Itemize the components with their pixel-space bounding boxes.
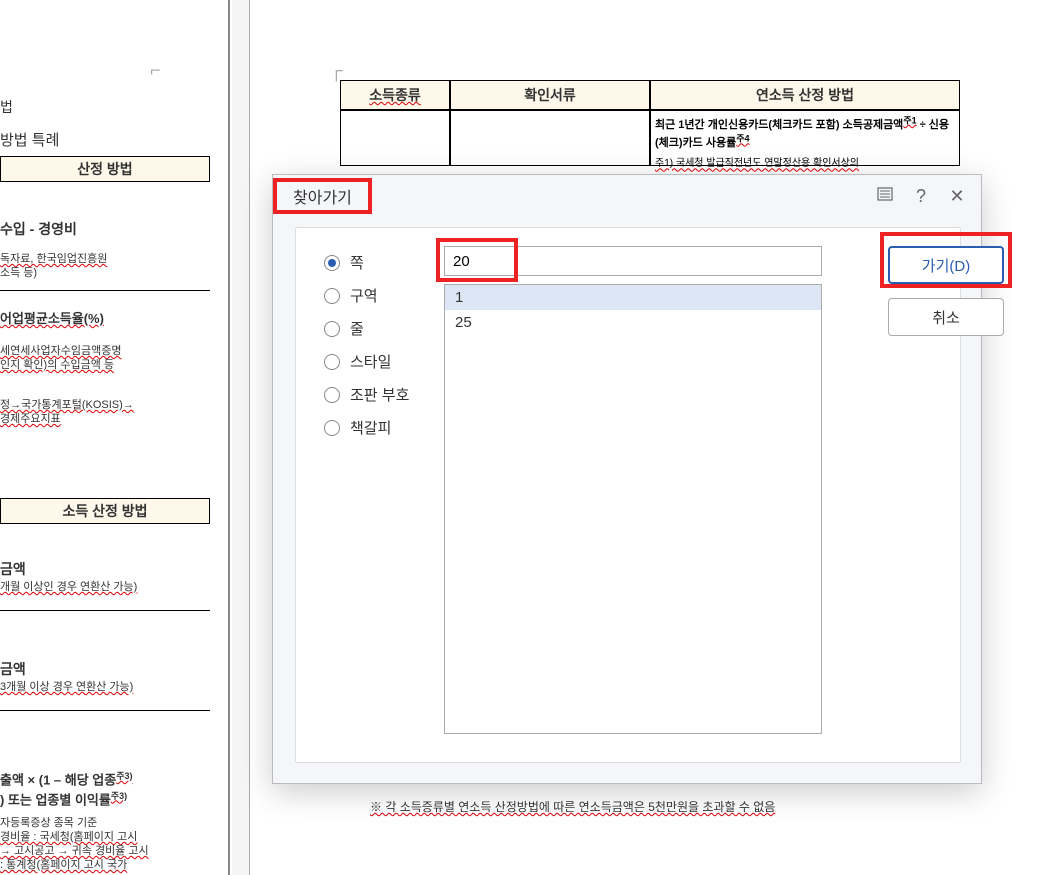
dialog-title-highlight: 찾아가기: [273, 178, 372, 214]
radio-bookmark[interactable]: 책갈피: [324, 417, 409, 438]
radio-line[interactable]: 줄: [324, 318, 409, 339]
radio-indicator: [324, 255, 340, 271]
radio-indicator: [324, 387, 340, 403]
text-fragment: 소득 등): [0, 266, 37, 281]
col-header: 소득종류: [340, 80, 450, 110]
radio-indicator: [324, 354, 340, 370]
radio-label: 책갈피: [350, 417, 391, 438]
text-fragment: 방법 특례: [0, 130, 59, 151]
help-icon[interactable]: ?: [911, 186, 931, 207]
left-page: ⌐ 법 방법 특례 산정 방법 수입 - 경영비 독자료, 한국임업진흥원 소득…: [0, 0, 230, 875]
text-fragment: 출액 × (1 – 해당 업종주3) ) 또는 업종별 이익률주3): [0, 770, 133, 809]
radio-label: 쪽: [350, 252, 364, 273]
text-fragment: 수입 - 경영비: [0, 220, 77, 240]
radio-section[interactable]: 구역: [324, 285, 409, 306]
page-corner-mark: ┌: [330, 60, 343, 81]
radio-indicator: [324, 321, 340, 337]
dialog-titlebar[interactable]: 찾아가기 ? ✕: [273, 175, 981, 217]
table-cell: [450, 110, 650, 166]
cancel-button[interactable]: 취소: [888, 298, 1004, 336]
radio-indicator: [324, 288, 340, 304]
footer-note: ※ 각 소득증류별 연소득 산정방법에 따른 연소득금액은 5천만원을 초과할 …: [370, 798, 775, 815]
dialog-body: 쪽 구역 줄 스타일 조판 부호 책갈피: [295, 227, 961, 763]
text-fragment: 금액: [0, 660, 26, 680]
text-fragment: : 통계청(홈페이지 고시 국가: [0, 858, 127, 873]
table-cell: [340, 110, 450, 166]
radio-label: 스타일: [350, 351, 391, 372]
radio-label: 줄: [350, 318, 364, 339]
income-table: 소득종류 확인서류 연소득 산정 방법 최근 1년간 개인신용카드(체크카드 포…: [340, 80, 960, 166]
dialog-title: 찾아가기: [283, 184, 362, 213]
table-row: 최근 1년간 개인신용카드(체크카드 포함) 소득공제금액주1 ÷ 신용(체크)…: [340, 110, 960, 166]
cancel-button-label: 취소: [932, 307, 960, 328]
menu-icon[interactable]: [875, 185, 895, 208]
radio-page[interactable]: 쪽: [324, 252, 409, 273]
list-item[interactable]: 1: [445, 285, 821, 310]
radio-style[interactable]: 스타일: [324, 351, 409, 372]
goto-dialog: 찾아가기 ? ✕ 쪽 구역 줄 스타일: [272, 174, 982, 784]
radio-label: 조판 부호: [350, 384, 409, 405]
dialog-controls: ? ✕: [875, 185, 967, 208]
col-header: 연소득 산정 방법: [650, 80, 960, 110]
list-item[interactable]: 25: [445, 310, 821, 335]
dialog-button-column: 가기(D) 취소: [888, 246, 1004, 336]
table-header-row: 소득종류 확인서류 연소득 산정 방법: [340, 80, 960, 110]
text-fragment: 3개월 이상 경우 연환산 가능): [0, 680, 133, 695]
close-icon[interactable]: ✕: [947, 186, 967, 207]
radio-label: 구역: [350, 285, 378, 306]
text-fragment: 어업평균소득율(%): [0, 310, 104, 328]
text-fragment: 개월 이상인 경우 연환산 가능): [0, 580, 137, 595]
text-fragment: 인지 확인)의 수입금액 등: [0, 358, 114, 373]
go-button[interactable]: 가기(D): [888, 246, 1004, 284]
text-fragment: 금액: [0, 560, 26, 580]
text-fragment: 법: [0, 98, 13, 118]
page-corner-mark: ⌐: [150, 60, 161, 81]
divider: [0, 290, 210, 291]
divider: [0, 610, 210, 611]
divider: [0, 710, 210, 711]
go-button-label: 가기(D): [922, 255, 970, 276]
text-fragment: 경제주요지표: [0, 412, 61, 427]
table-header: 소득 산정 방법: [0, 498, 210, 524]
goto-radio-group: 쪽 구역 줄 스타일 조판 부호 책갈피: [324, 252, 409, 438]
page-gap: [232, 0, 250, 875]
table-cell: 최근 1년간 개인신용카드(체크카드 포함) 소득공제금액주1 ÷ 신용(체크)…: [650, 110, 960, 166]
goto-input[interactable]: [444, 246, 822, 276]
radio-formatting-mark[interactable]: 조판 부호: [324, 384, 409, 405]
col-header: 확인서류: [450, 80, 650, 110]
table-header: 산정 방법: [0, 156, 210, 182]
radio-indicator: [324, 420, 340, 436]
goto-listbox[interactable]: 1 25: [444, 284, 822, 734]
